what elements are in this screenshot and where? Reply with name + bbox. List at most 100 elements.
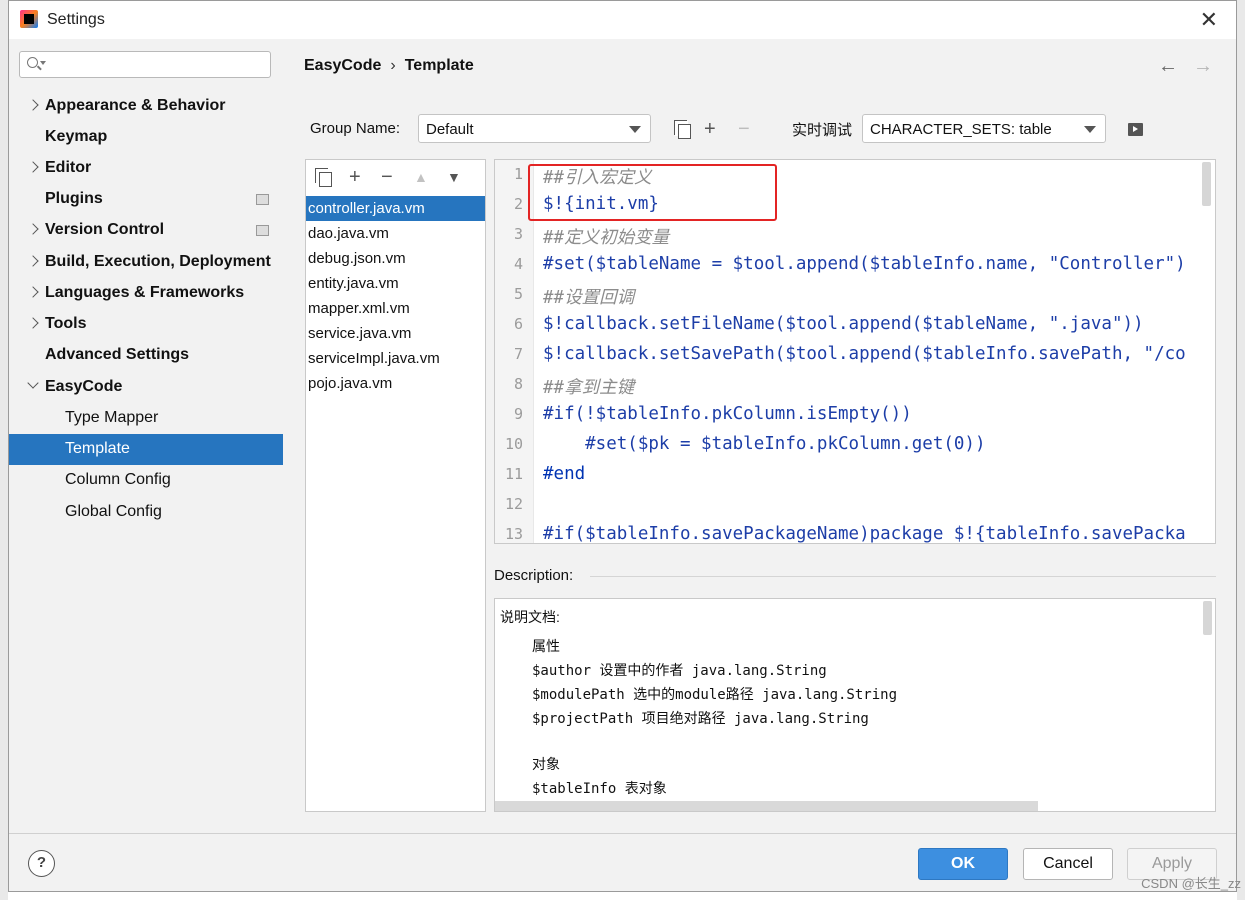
sidebar-item-label: Languages & Frameworks bbox=[45, 284, 245, 301]
realtime-debug-label: 实时调试 bbox=[792, 122, 853, 139]
list-item-file[interactable]: controller.java.vm bbox=[306, 196, 485, 221]
chevron-down-icon bbox=[1084, 126, 1096, 133]
copy-group-icon[interactable] bbox=[678, 124, 691, 139]
back-arrow-icon[interactable]: ← bbox=[1158, 55, 1178, 78]
group-name-value: Default bbox=[426, 121, 474, 138]
sidebar-item-template[interactable]: Template bbox=[9, 434, 283, 465]
move-down-icon[interactable]: ▼ bbox=[447, 169, 461, 185]
description-label: Description: bbox=[494, 567, 574, 584]
remove-file-icon[interactable]: − bbox=[381, 166, 393, 189]
list-item-file[interactable]: mapper.xml.vm bbox=[306, 296, 485, 321]
line-number: 11 bbox=[504, 465, 523, 483]
code-text: $!callback.setSavePath($tool.append($tab… bbox=[543, 344, 1186, 364]
cancel-button[interactable]: Cancel bbox=[1023, 848, 1113, 880]
title-bar: Settings ✕ bbox=[9, 1, 1236, 39]
line-number: 7 bbox=[513, 345, 523, 363]
line-number: 2 bbox=[513, 195, 523, 213]
group-name-select[interactable]: Default bbox=[418, 114, 651, 143]
project-settings-icon bbox=[256, 225, 269, 236]
sidebar-item-version-control[interactable]: Version Control bbox=[9, 215, 283, 246]
sidebar-item-label: Editor bbox=[45, 159, 92, 176]
forward-arrow-icon[interactable]: → bbox=[1193, 55, 1213, 78]
settings-dialog: Settings ✕ Appearance & Behavior Keymap … bbox=[8, 0, 1237, 892]
file-list-toolbar: + − ▲ ▼ bbox=[306, 160, 485, 196]
expand-arrow-icon[interactable] bbox=[27, 317, 39, 329]
copy-file-icon[interactable] bbox=[319, 172, 332, 187]
template-file-list: + − ▲ ▼ controller.java.vm dao.java.vm d… bbox=[305, 159, 486, 812]
line-number: 6 bbox=[513, 315, 523, 333]
sidebar-item-appearance-behavior[interactable]: Appearance & Behavior bbox=[9, 91, 283, 122]
code-line: 9 #if(!$tableInfo.pkColumn.isEmpty()) bbox=[495, 400, 1215, 430]
sidebar-item-build-execution-deployment[interactable]: Build, Execution, Deployment bbox=[9, 247, 283, 278]
breadcrumb-current: Template bbox=[404, 57, 474, 74]
code-text: #set($pk = $tableInfo.pkColumn.get(0)) bbox=[543, 434, 986, 454]
expand-arrow-icon[interactable] bbox=[27, 255, 39, 267]
code-line: 5 ##设置回调 bbox=[495, 280, 1215, 310]
sidebar-item-plugins[interactable]: Plugins bbox=[9, 184, 283, 215]
description-line: $tableInfo 表对象 bbox=[532, 781, 667, 797]
sidebar-item-advanced-settings[interactable]: Advanced Settings bbox=[9, 340, 283, 371]
code-text: #if(!$tableInfo.pkColumn.isEmpty()) bbox=[543, 404, 912, 424]
list-item-file[interactable]: entity.java.vm bbox=[306, 271, 485, 296]
expand-arrow-icon[interactable] bbox=[27, 99, 39, 111]
file-name: entity.java.vm bbox=[308, 275, 399, 292]
description-line: 对象 bbox=[532, 756, 560, 772]
code-text: ##定义初始变量 bbox=[543, 228, 670, 248]
line-number: 1 bbox=[513, 165, 523, 183]
sidebar-item-label: Build, Execution, Deployment bbox=[45, 253, 271, 270]
search-icon bbox=[27, 57, 38, 68]
collapse-arrow-icon[interactable] bbox=[27, 377, 39, 389]
list-item-file[interactable]: debug.json.vm bbox=[306, 246, 485, 271]
sidebar-item-tools[interactable]: Tools bbox=[9, 309, 283, 340]
list-item-file[interactable]: serviceImpl.java.vm bbox=[306, 346, 485, 371]
breadcrumb-root[interactable]: EasyCode bbox=[304, 57, 381, 74]
line-number: 10 bbox=[504, 435, 523, 453]
sidebar-item-languages-frameworks[interactable]: Languages & Frameworks bbox=[9, 278, 283, 309]
expand-arrow-icon[interactable] bbox=[27, 286, 39, 298]
description-scrollbar-vertical[interactable] bbox=[1203, 601, 1212, 635]
file-name: dao.java.vm bbox=[308, 225, 389, 242]
code-text: #end bbox=[543, 464, 586, 484]
realtime-debug-select[interactable]: CHARACTER_SETS: table bbox=[862, 114, 1106, 143]
file-name: service.java.vm bbox=[308, 325, 412, 342]
project-settings-icon bbox=[256, 194, 269, 205]
file-name: controller.java.vm bbox=[308, 200, 425, 217]
move-up-icon[interactable]: ▲ bbox=[414, 169, 428, 185]
dialog-button-bar: ? OK Cancel Apply bbox=[9, 833, 1236, 891]
add-group-icon[interactable]: + bbox=[704, 119, 716, 139]
expand-arrow-icon[interactable] bbox=[27, 223, 39, 235]
sidebar-item-label: Plugins bbox=[45, 190, 103, 207]
list-item-file[interactable]: dao.java.vm bbox=[306, 221, 485, 246]
breadcrumb-separator: › bbox=[390, 57, 396, 74]
help-button[interactable]: ? bbox=[28, 850, 55, 877]
ok-button[interactable]: OK bbox=[918, 848, 1008, 880]
settings-content: EasyCode › Template ← → Group Name: Defaul… bbox=[283, 39, 1236, 834]
line-number: 8 bbox=[513, 375, 523, 393]
search-input[interactable] bbox=[19, 51, 271, 78]
sidebar-item-column-config[interactable]: Column Config bbox=[9, 465, 283, 496]
sidebar-item-label: Appearance & Behavior bbox=[45, 97, 226, 114]
code-text: #set($tableName = $tool.append($tableInf… bbox=[543, 254, 1186, 274]
editor-scrollbar[interactable] bbox=[1202, 162, 1211, 206]
sidebar-item-editor[interactable]: Editor bbox=[9, 153, 283, 184]
code-text: $!callback.setFileName($tool.append($tab… bbox=[543, 314, 1144, 334]
add-file-icon[interactable]: + bbox=[349, 166, 361, 189]
run-debug-icon[interactable] bbox=[1128, 123, 1143, 136]
code-line: 11 #end bbox=[495, 460, 1215, 490]
sidebar-item-global-config[interactable]: Global Config bbox=[9, 497, 283, 528]
expand-arrow-icon[interactable] bbox=[27, 161, 39, 173]
intellij-logo-icon bbox=[20, 10, 38, 28]
sidebar-item-label: Keymap bbox=[45, 128, 108, 145]
close-icon[interactable]: ✕ bbox=[1200, 7, 1218, 33]
search-history-dropdown-icon[interactable] bbox=[40, 61, 46, 65]
sidebar-item-type-mapper[interactable]: Type Mapper bbox=[9, 403, 283, 434]
list-item-file[interactable]: service.java.vm bbox=[306, 321, 485, 346]
list-item-file[interactable]: pojo.java.vm bbox=[306, 371, 485, 396]
sidebar-item-keymap[interactable]: Keymap bbox=[9, 122, 283, 153]
sidebar-item-easycode[interactable]: EasyCode bbox=[9, 372, 283, 403]
highlight-annotation-box bbox=[528, 164, 777, 221]
description-scrollbar-horizontal[interactable] bbox=[495, 801, 1038, 811]
remove-group-icon[interactable]: − bbox=[738, 119, 750, 139]
code-line: 10 #set($pk = $tableInfo.pkColumn.get(0)… bbox=[495, 430, 1215, 460]
code-line: 4 #set($tableName = $tool.append($tableIn… bbox=[495, 250, 1215, 280]
